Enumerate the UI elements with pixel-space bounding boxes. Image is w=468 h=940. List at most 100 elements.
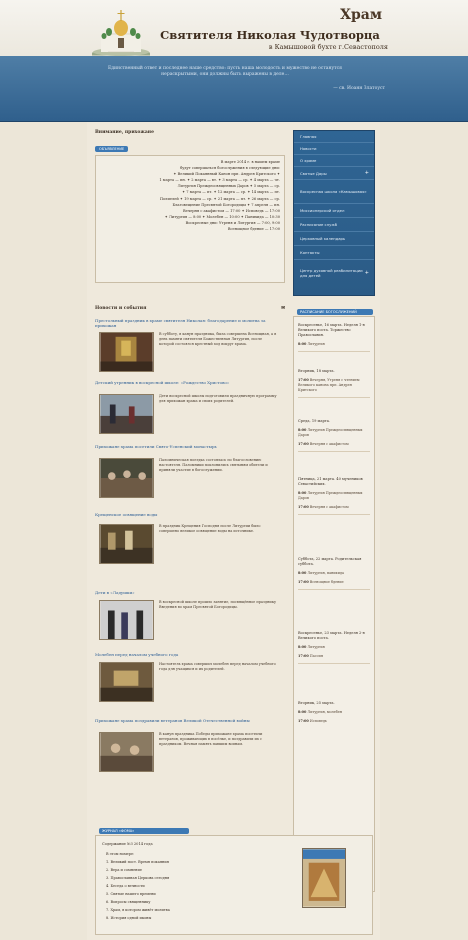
nav-item[interactable]: Расписание служб [294, 218, 374, 232]
nav-item[interactable]: О храме [294, 155, 374, 167]
news-photo[interactable] [99, 662, 154, 702]
nav-item[interactable]: Главная [294, 131, 374, 143]
notice-box: В марте 2014 г. в нашем храме будут сове… [95, 155, 285, 283]
event-time: 17:00 Пассия [298, 654, 370, 659]
nav-item[interactable]: Воскресная школа «Камышовая» [294, 180, 374, 204]
event-head[interactable]: Среда, 19 марта. [298, 419, 370, 424]
nav-item-label: Миссионерский отдел [300, 208, 345, 213]
nav-item[interactable]: Святые Дары + [294, 167, 374, 180]
event-time-value: 8:00 [298, 428, 307, 432]
news-item-title[interactable]: Дети в «Ладушки» [95, 590, 285, 595]
journal-line[interactable]: 5. Святые нашего времени [106, 892, 156, 896]
event-time: 8:00 Литургия [298, 645, 370, 650]
site-place: в Камышовой бухте г.Севастополя [268, 43, 388, 51]
event-time-value: 17:00 [298, 505, 309, 509]
event-time-desc: Вечерня с акафистом [309, 505, 349, 509]
journal-line[interactable]: 1. Великий пост. Время покаяния [106, 860, 169, 864]
nav-item-label: Святые Дары [300, 170, 327, 176]
event-time-value: 8:00 [298, 571, 307, 575]
news-item-text: В праздник Крещения Господня после Литур… [159, 524, 261, 533]
event-time-value: 8:00 [298, 342, 307, 346]
news-item-title[interactable]: Молебен перед началом учебного года [95, 652, 285, 657]
journal-line[interactable]: 7. Храм, в котором живёт молитва [106, 908, 170, 912]
header-quote: Единственный ответ и последнее наше сред… [107, 66, 342, 77]
nav-item-label: О храме [300, 158, 317, 163]
notice-tab: ОБЪЯВЛЕНИЕ [95, 146, 129, 152]
nav-item[interactable]: Церковный календарь [294, 232, 374, 246]
divider [298, 351, 370, 352]
news-item-title[interactable]: Престольный праздник в храме святителя Н… [95, 318, 285, 328]
journal-line[interactable]: 8. История одной иконы [106, 916, 151, 920]
event-group: Вторник, 25 марта. 8:00 Литургия, молебе… [298, 701, 370, 724]
expand-icon[interactable]: + [365, 170, 369, 176]
nav-item-label: Центр духовной реабилитации для детей [300, 268, 363, 278]
event-head[interactable]: Вторник, 18 марта. [298, 369, 370, 374]
event-time-desc: Литургия Преждеосвященных Даров [298, 428, 363, 437]
news-item-text: В субботу, в канун праздника, была совер… [159, 332, 277, 346]
event-time: 8:00 Литургия [298, 342, 370, 347]
site-title: Храм [340, 7, 382, 23]
event-time: 8:00 Литургия, молебен [298, 710, 370, 715]
event-time-desc: Литургия [307, 645, 325, 649]
expand-icon[interactable]: + [365, 270, 369, 276]
journal-line[interactable]: 2. Вера и сомнение [106, 868, 142, 872]
nav-item-label: Контакты [300, 250, 320, 255]
nav-item[interactable]: Новости [294, 143, 374, 155]
news-photo[interactable] [99, 732, 154, 772]
event-time-value: 17:00 [298, 378, 309, 382]
main-content: Внимание, прихожане ОБЪЯВЛЕНИЕ В марте 2… [87, 122, 380, 940]
journal-cover-image[interactable] [302, 848, 346, 908]
news-section: Новости и события ✉ Престольный праздник… [95, 306, 285, 772]
event-group: Воскресенье, 16 марта. Неделя 1-я Велико… [298, 323, 370, 352]
event-time: 8:00 Литургия, панихида [298, 571, 370, 576]
news-item-title[interactable]: Прихожане храма поздравили ветеранов Вел… [95, 718, 285, 723]
journal-line[interactable]: 6. Вопросы священнику [106, 900, 150, 904]
event-head[interactable]: Вторник, 25 марта. [298, 701, 370, 706]
event-time-desc: Исповедь [309, 719, 327, 723]
event-group: Среда, 19 марта. 8:00 Литургия Преждеосв… [298, 419, 370, 452]
news-photo[interactable] [99, 394, 154, 434]
nav-item[interactable]: Миссионерский отдел [294, 204, 374, 218]
header-quote-author: — св. Иоанн Златоуст [333, 86, 385, 91]
news-header: Новости и события ✉ [95, 306, 285, 311]
news-item: Престольный праздник в храме святителя Н… [95, 318, 285, 372]
news-photo[interactable] [99, 332, 154, 372]
nav-item-label: Воскресная школа «Камышовая» [300, 189, 367, 194]
journal-tab: ЖУРНАЛ «ФОМА» [99, 828, 189, 834]
events-tab: РАСПИСАНИЕ БОГОСЛУЖЕНИЙ [297, 309, 373, 315]
news-title: Новости и события [95, 306, 147, 311]
event-time-value: 17:00 [298, 654, 309, 658]
journal-line[interactable]: 3. Православная Церковь сегодня [106, 876, 169, 880]
nav-item-label: Церковный календарь [300, 236, 346, 241]
event-time-value: 17:00 [298, 719, 309, 723]
news-item-title[interactable]: Детский утренник в воскресной школе: «Ро… [95, 380, 285, 385]
news-photo[interactable] [99, 600, 154, 640]
church-logo-icon[interactable] [92, 8, 150, 56]
rss-icon[interactable]: ✉ [281, 306, 285, 311]
event-time-desc: Всенощное бдение [309, 580, 344, 584]
journal-issue: Содержание №3 2014 года [102, 842, 153, 846]
event-head[interactable]: Суббота, 22 марта. Родительская суббота. [298, 557, 370, 567]
nav-item[interactable]: Центр духовной реабилитации для детей + [294, 260, 374, 286]
event-head[interactable]: Пятница, 21 марта. 40 мучеников Севастий… [298, 477, 370, 487]
news-photo[interactable] [99, 458, 154, 498]
event-time-desc: Вечерня с акафистом [309, 442, 349, 446]
news-item: Молебен перед началом учебного года Наст… [95, 652, 285, 702]
event-group: Пятница, 21 марта. 40 мучеников Севастий… [298, 477, 370, 515]
event-time: 17:00 Вечерня с акафистом [298, 505, 370, 510]
event-time: 8:00 Литургия Преждеосвященных Даров [298, 491, 370, 501]
event-time-value: 17:00 [298, 442, 309, 446]
event-time-value: 8:00 [298, 710, 307, 714]
nav-item[interactable]: Контакты [294, 246, 374, 260]
nav-item-label: Новости [300, 146, 317, 151]
news-item-title[interactable]: Крещенское освящение воды [95, 512, 285, 517]
news-photo[interactable] [99, 524, 154, 564]
event-time: 17:00 Вечерня, Утреня с чтением Великого… [298, 378, 370, 393]
event-head[interactable]: Воскресенье, 23 марта. Неделя 2-я Велико… [298, 631, 370, 641]
event-time-desc: Литургия, молебен [307, 710, 343, 714]
event-head[interactable]: Воскресенье, 16 марта. Неделя 1-я Велико… [298, 323, 370, 338]
journal-line[interactable]: 4. Беседа о вечности [106, 884, 145, 888]
news-item-title[interactable]: Прихожане храма посетили Свято-Успенский… [95, 444, 285, 449]
news-item: Прихожане храма поздравили ветеранов Вел… [95, 718, 285, 772]
notice-title: Внимание, прихожане [95, 130, 154, 135]
